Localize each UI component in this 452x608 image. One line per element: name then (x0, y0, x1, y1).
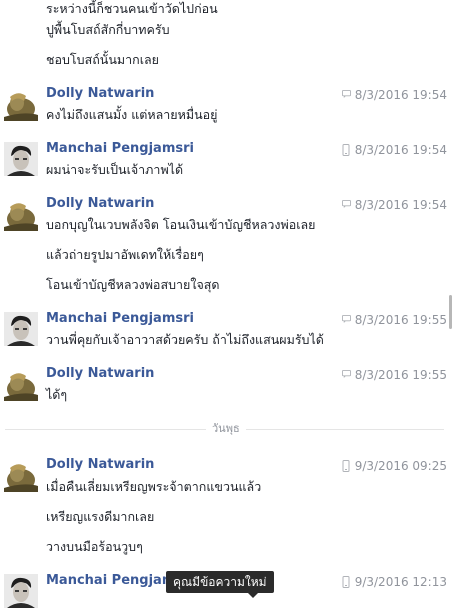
message-thread: ระหว่างนี้ก็ชวนคนเข้าวัดไปก่อน ปูพื้นโบส… (0, 0, 452, 608)
message-text: วางบนมือร้อนวูบๆ (46, 539, 143, 554)
chat-icon (341, 199, 351, 211)
timestamp-text: 8/3/2016 19:55 (354, 368, 447, 382)
avatar[interactable] (4, 458, 38, 492)
day-divider-label: วันพุธ (206, 422, 246, 436)
timestamp-text: 9/3/2016 12:13 (354, 575, 447, 589)
avatar[interactable] (4, 312, 38, 346)
message-text: แล้วถ่ายรูปมาอัพเดทให้เรื่อยๆ (46, 247, 204, 262)
chat-icon (341, 369, 351, 381)
message-text: ระหว่างนี้ก็ชวนคนเข้าวัดไปก่อน (46, 1, 218, 16)
new-message-tooltip[interactable]: คุณมีข้อความใหม่ (166, 571, 274, 593)
avatar[interactable] (4, 574, 38, 608)
message-text: โอนเข้าบัญชีหลวงพ่อสบายใจสุด (46, 277, 220, 292)
message-text: ได้ๆ (46, 387, 68, 402)
message-text: เมื่อคืนเลี่ยมเหรียญพระจ้าตากแขวนแล้ว (46, 479, 262, 494)
message-text: บอกบุญในเวบพลังจิต โอนเงินเข้าบัญชีหลวงพ… (46, 217, 316, 232)
sender-name[interactable]: Dolly Natwarin (46, 86, 154, 102)
message-text: ชอบโบสถ์นั้นมากเลย (46, 52, 159, 67)
avatar[interactable] (4, 367, 38, 401)
timestamp-text: 8/3/2016 19:54 (354, 198, 447, 212)
timestamp: 9/3/2016 12:13 (342, 574, 447, 590)
timestamp: 8/3/2016 19:55 (341, 367, 447, 383)
sender-name[interactable]: Manchai Pengjam (46, 573, 175, 589)
sender-name[interactable]: Manchai Pengjamsri (46, 311, 194, 327)
sender-name[interactable]: Manchai Pengjamsri (46, 141, 194, 157)
mobile-icon (342, 460, 351, 472)
mobile-icon (342, 576, 351, 588)
mobile-icon (342, 144, 351, 156)
timestamp-text: 9/3/2016 09:25 (354, 459, 447, 473)
timestamp: 8/3/2016 19:55 (341, 312, 447, 328)
timestamp: 9/3/2016 09:25 (342, 458, 447, 474)
timestamp: 8/3/2016 19:54 (342, 142, 447, 158)
sender-name[interactable]: Dolly Natwarin (46, 457, 154, 473)
message-text: เหรียญแรงดีมากเลย (46, 509, 155, 524)
chat-icon (341, 89, 351, 101)
timestamp-text: 8/3/2016 19:54 (354, 88, 447, 102)
timestamp-text: 8/3/2016 19:55 (354, 313, 447, 327)
message-text: ผมน่าจะรับเป็นเจ้าภาพได้ (46, 162, 184, 177)
avatar[interactable] (4, 87, 38, 121)
chat-icon (341, 314, 351, 326)
timestamp: 8/3/2016 19:54 (341, 197, 447, 213)
message-text: คงไม่ถึงแสนมั้ง แต่หลายหมื่นอยู่ (46, 107, 218, 122)
avatar[interactable] (4, 197, 38, 231)
message-text: วานพี่คุยกับเจ้าอาวาสด้วยครับ ถ้าไม่ถึงแ… (46, 332, 324, 347)
timestamp-text: 8/3/2016 19:54 (354, 143, 447, 157)
sender-name[interactable]: Dolly Natwarin (46, 366, 154, 382)
sender-name[interactable]: Dolly Natwarin (46, 196, 154, 212)
timestamp: 8/3/2016 19:54 (341, 87, 447, 103)
message-text: ปูพื้นโบสถ์สักกี่บาทครับ (46, 22, 170, 37)
avatar[interactable] (4, 142, 38, 176)
